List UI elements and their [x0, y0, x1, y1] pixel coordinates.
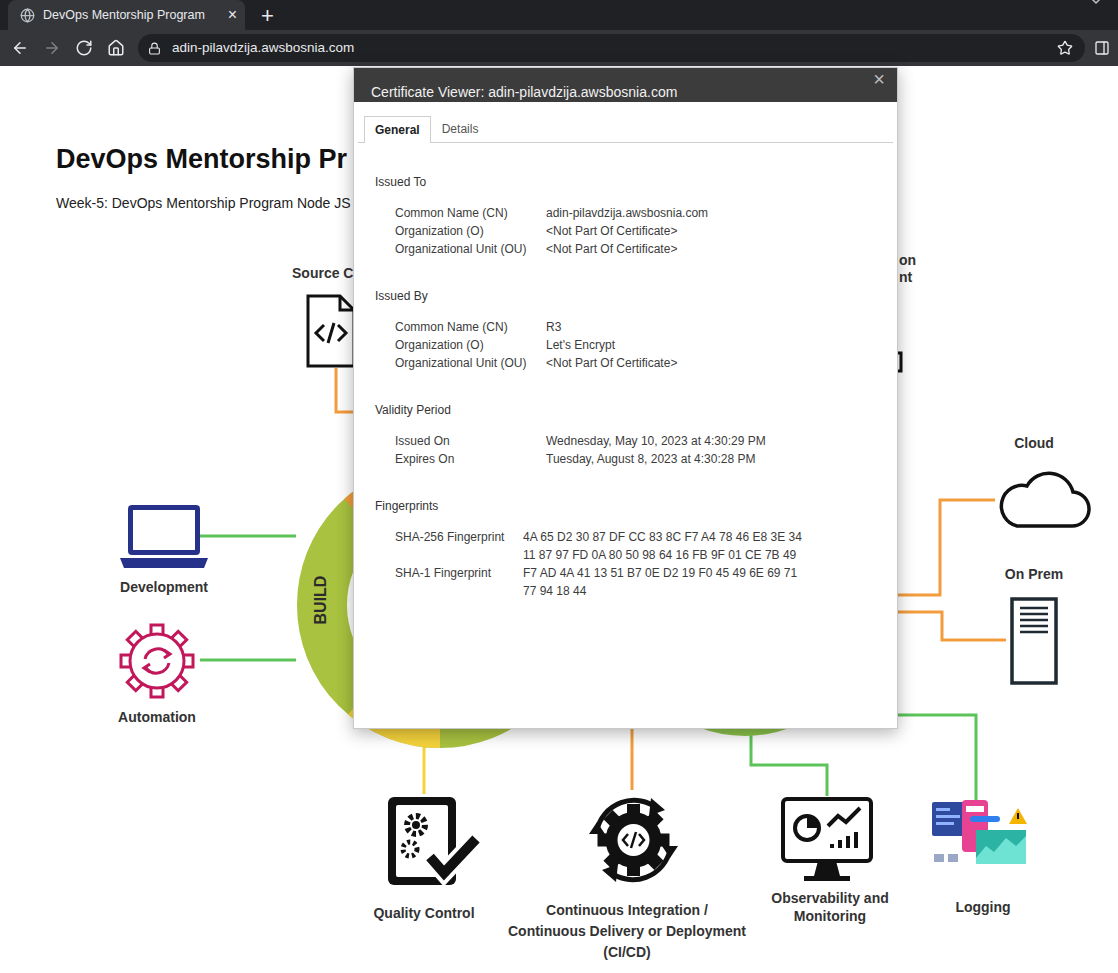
fingerprint-row: SHA-256 Fingerprint4A 65 D2 30 87 DF CC … — [375, 528, 897, 564]
diagram-node-icon — [780, 796, 874, 884]
laptop-icon — [120, 503, 208, 570]
browser-window: DevOps Mentorship Program× + adin-pilavdzi… — [0, 0, 1118, 973]
forward-button[interactable] — [36, 34, 68, 62]
diagram-node-icon — [118, 622, 196, 700]
home-icon — [107, 39, 125, 57]
diagram-node-label: onnt — [899, 252, 929, 286]
diagram-node-label: Observability andMonitoring — [755, 889, 905, 925]
monitoring-icon — [780, 796, 874, 884]
section-heading: Issued By — [375, 287, 897, 305]
cloud-icon — [997, 466, 1091, 530]
diagram-node-label: Quality Control — [359, 904, 489, 922]
tab-close-button[interactable]: × — [228, 7, 237, 23]
reload-icon — [75, 39, 93, 57]
toolbar: adin-pilavdzija.awsbosnia.com — [0, 30, 1118, 66]
dialog-tab[interactable]: Details — [431, 116, 490, 142]
reload-button[interactable] — [68, 34, 100, 62]
diagram-node-icon — [577, 790, 690, 890]
url-text: adin-pilavdzija.awsbosnia.com — [172, 38, 1057, 58]
field-row: Issued OnWednesday, May 10, 2023 at 4:30… — [375, 432, 897, 450]
server-icon — [1010, 597, 1058, 685]
cicd-gear-icon — [577, 790, 690, 890]
address-bar[interactable]: adin-pilavdzija.awsbosnia.com — [138, 34, 1085, 62]
home-button[interactable] — [100, 34, 132, 62]
back-button[interactable] — [4, 34, 36, 62]
section-heading: Validity Period — [375, 401, 897, 419]
diagram-node-label: Cloud — [994, 434, 1074, 452]
side-panel-button[interactable] — [1085, 34, 1118, 62]
new-tab-button[interactable]: + — [261, 0, 274, 30]
diagram-node-icon — [386, 795, 480, 887]
diagram-node-label: Logging — [938, 898, 1028, 916]
diagram-node-label: Automation — [97, 708, 217, 726]
diagram-node-label: On Prem — [994, 565, 1074, 583]
field-row: Expires OnTuesday, August 8, 2023 at 4:3… — [375, 450, 897, 468]
dialog-title-bar: Certificate Viewer: adin-pilavdzija.awsb… — [354, 68, 897, 102]
fingerprint-row: SHA-1 FingerprintF7 AD 4A 41 13 51 B7 0E… — [375, 564, 897, 600]
certificate-dialog: Certificate Viewer: adin-pilavdzija.awsb… — [353, 67, 898, 729]
back-icon — [11, 39, 29, 57]
field-row: Organization (O)<Not Part Of Certificate… — [375, 222, 897, 240]
cert-section: Issued To Common Name (CN)adin-pilavdzija… — [375, 173, 897, 258]
browser-tab[interactable]: DevOps Mentorship Program× — [8, 0, 245, 30]
diagram-node-icon — [1010, 597, 1058, 685]
quality-control-icon — [386, 795, 480, 887]
lock-icon — [148, 42, 161, 55]
diagram-node-label: Development — [99, 578, 229, 596]
field-row: Organizational Unit (OU)<Not Part Of Cer… — [375, 354, 897, 372]
cert-section: Fingerprints SHA-256 Fingerprint4A 65 D2 … — [375, 497, 897, 600]
tab-search-chevron-icon — [1090, 0, 1102, 5]
diagram-node-icon — [120, 503, 208, 570]
dialog-close-button[interactable]: × — [869, 68, 889, 90]
side-panel-icon — [1094, 40, 1110, 56]
build-label: BUILD — [309, 570, 333, 630]
logging-icon — [930, 800, 1028, 870]
bookmark-star-icon[interactable] — [1057, 40, 1073, 56]
section-heading: Issued To — [375, 173, 897, 191]
globe-icon — [20, 8, 35, 23]
field-row: Organization (O)Let's Encrypt — [375, 336, 897, 354]
cert-section: Validity Period Issued OnWednesday, May 1… — [375, 401, 897, 468]
diagram-node-label: Source C — [292, 264, 362, 282]
diagram-node-icon — [997, 466, 1091, 530]
section-heading: Fingerprints — [375, 497, 897, 515]
dialog-content: Issued To Common Name (CN)adin-pilavdzija… — [354, 143, 897, 600]
source-code-icon — [306, 294, 356, 368]
field-row: Common Name (CN)R3 — [375, 318, 897, 336]
dialog-tabs: GeneralDetails — [358, 116, 893, 143]
dialog-title: Certificate Viewer: adin-pilavdzija.awsb… — [371, 83, 897, 101]
dialog-tab[interactable]: General — [364, 116, 431, 143]
forward-icon — [43, 39, 61, 57]
diagram-node-icon — [930, 800, 1028, 870]
tab-strip: DevOps Mentorship Program× + — [0, 0, 1118, 30]
cert-section: Issued By Common Name (CN)R3Organization … — [375, 287, 897, 372]
field-row: Organizational Unit (OU)<Not Part Of Cer… — [375, 240, 897, 258]
automation-gear-icon — [118, 622, 196, 700]
field-row: Common Name (CN)adin-pilavdzija.awsbosni… — [375, 204, 897, 222]
diagram-node-label: Continuous Integration /Continuous Deliv… — [492, 900, 762, 963]
diagram-node-icon — [306, 294, 356, 368]
